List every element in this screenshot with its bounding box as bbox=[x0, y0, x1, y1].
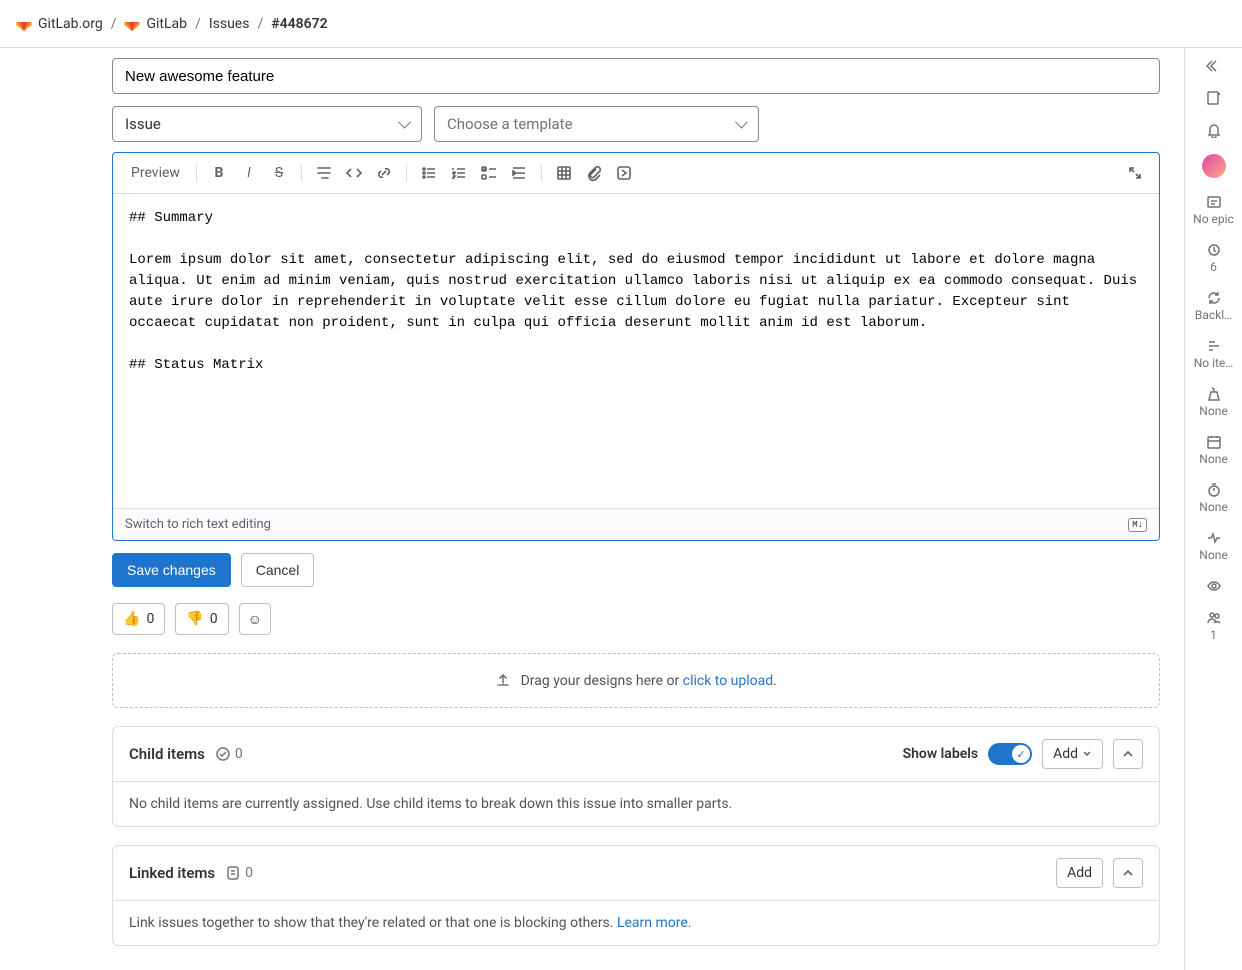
upload-link[interactable]: click to upload bbox=[683, 673, 773, 689]
child-items-empty: No child items are currently assigned. U… bbox=[113, 781, 1159, 826]
thumbs-up-button[interactable]: 👍0 bbox=[112, 603, 165, 635]
table-icon[interactable] bbox=[550, 159, 578, 187]
italic-icon[interactable]: I bbox=[235, 159, 263, 187]
fullscreen-icon[interactable] bbox=[1121, 159, 1149, 187]
issue-type-select[interactable]: Issue bbox=[112, 106, 422, 142]
sidebar-participants[interactable]: 1 bbox=[1185, 610, 1242, 642]
chevron-up-icon bbox=[1122, 748, 1134, 760]
show-labels-label: Show labels bbox=[903, 746, 979, 762]
task-icon bbox=[215, 746, 231, 762]
task-list-icon[interactable] bbox=[475, 159, 503, 187]
add-child-button[interactable]: Add bbox=[1042, 739, 1103, 769]
switch-editor-link[interactable]: Switch to rich text editing bbox=[125, 517, 271, 532]
health-icon bbox=[1206, 530, 1222, 546]
learn-more-link[interactable]: Learn more. bbox=[617, 915, 692, 931]
add-linked-button[interactable]: Add bbox=[1056, 858, 1103, 888]
collapse-linked-button[interactable] bbox=[1113, 858, 1143, 888]
chevron-left-icon bbox=[1206, 58, 1222, 74]
sidebar-assignee[interactable] bbox=[1185, 154, 1242, 178]
thumbs-down-button[interactable]: 👎0 bbox=[175, 603, 228, 635]
save-button[interactable]: Save changes bbox=[112, 553, 231, 587]
sidebar-add-icon[interactable] bbox=[1185, 90, 1242, 106]
breadcrumb-project[interactable]: GitLab bbox=[124, 16, 187, 32]
eye-icon bbox=[1206, 578, 1222, 594]
chevron-up-icon bbox=[1122, 867, 1134, 879]
sidebar-confidential[interactable] bbox=[1185, 578, 1242, 594]
timer-icon bbox=[1206, 482, 1222, 498]
sidebar: No epic 6 Backl… No ite… None None None … bbox=[1184, 48, 1242, 970]
indent-icon[interactable] bbox=[505, 159, 533, 187]
quote-icon[interactable] bbox=[310, 159, 338, 187]
quick-action-icon[interactable] bbox=[610, 159, 638, 187]
collapse-child-button[interactable] bbox=[1113, 739, 1143, 769]
weight-icon bbox=[1206, 386, 1222, 402]
issue-title-input[interactable] bbox=[112, 58, 1160, 94]
gitlab-icon bbox=[124, 16, 140, 32]
linked-items-title: Linked items bbox=[129, 864, 215, 882]
markdown-badge-icon[interactable]: M↓ bbox=[1128, 518, 1147, 532]
roadmap-icon bbox=[1206, 338, 1222, 354]
linked-items-count: 0 bbox=[225, 865, 253, 881]
issue-icon bbox=[225, 865, 241, 881]
bullet-list-icon[interactable] bbox=[415, 159, 443, 187]
show-labels-toggle[interactable] bbox=[988, 743, 1032, 765]
design-dropzone[interactable]: Drag your designs here or click to uploa… bbox=[112, 653, 1160, 708]
strikethrough-icon[interactable]: S bbox=[265, 159, 293, 187]
sidebar-roadmap[interactable]: No ite… bbox=[1185, 338, 1242, 370]
cancel-button[interactable]: Cancel bbox=[241, 553, 315, 587]
breadcrumb-issue-id[interactable]: #448672 bbox=[271, 16, 327, 32]
sidebar-milestone[interactable]: 6 bbox=[1185, 242, 1242, 274]
breadcrumb-section[interactable]: Issues bbox=[209, 16, 250, 32]
sidebar-epic[interactable]: No epic bbox=[1185, 194, 1242, 226]
preview-button[interactable]: Preview bbox=[123, 159, 188, 187]
add-reaction-button[interactable]: ☺ bbox=[239, 603, 271, 635]
description-textarea[interactable] bbox=[113, 194, 1159, 504]
calendar-icon bbox=[1206, 434, 1222, 450]
chevron-down-icon bbox=[1082, 749, 1092, 759]
code-icon[interactable] bbox=[340, 159, 368, 187]
editor-footer: Switch to rich text editing M↓ bbox=[113, 508, 1159, 540]
child-items-count: 0 bbox=[215, 746, 243, 762]
child-items-title: Child items bbox=[129, 745, 205, 763]
sidebar-time[interactable]: None bbox=[1185, 482, 1242, 514]
description-editor: Preview B I S bbox=[112, 152, 1160, 541]
link-icon[interactable] bbox=[370, 159, 398, 187]
upload-icon bbox=[495, 672, 511, 688]
avatar bbox=[1202, 154, 1226, 178]
sidebar-iteration[interactable]: Backl… bbox=[1185, 290, 1242, 322]
breadcrumb: GitLab.org / GitLab / Issues / #448672 bbox=[0, 0, 1242, 48]
child-items-panel: Child items 0 Show labels Add No child i… bbox=[112, 726, 1160, 827]
sidebar-collapse-button[interactable] bbox=[1185, 58, 1242, 74]
bold-icon[interactable]: B bbox=[205, 159, 233, 187]
breadcrumb-org[interactable]: GitLab.org bbox=[16, 16, 103, 32]
attachment-icon[interactable] bbox=[580, 159, 608, 187]
milestone-icon bbox=[1206, 242, 1222, 258]
iteration-icon bbox=[1206, 290, 1222, 306]
sidebar-health[interactable]: None bbox=[1185, 530, 1242, 562]
template-select[interactable]: Choose a template bbox=[434, 106, 759, 142]
editor-toolbar: Preview B I S bbox=[113, 153, 1159, 194]
numbered-list-icon[interactable] bbox=[445, 159, 473, 187]
participants-icon bbox=[1206, 610, 1222, 626]
linked-items-empty: Link issues together to show that they'r… bbox=[113, 900, 1159, 945]
sidebar-notifications-icon[interactable] bbox=[1185, 122, 1242, 138]
linked-items-panel: Linked items 0 Add Link issues together … bbox=[112, 845, 1160, 946]
sidebar-due-date[interactable]: None bbox=[1185, 434, 1242, 466]
sidebar-weight[interactable]: None bbox=[1185, 386, 1242, 418]
gitlab-icon bbox=[16, 16, 32, 32]
epic-icon bbox=[1206, 194, 1222, 210]
